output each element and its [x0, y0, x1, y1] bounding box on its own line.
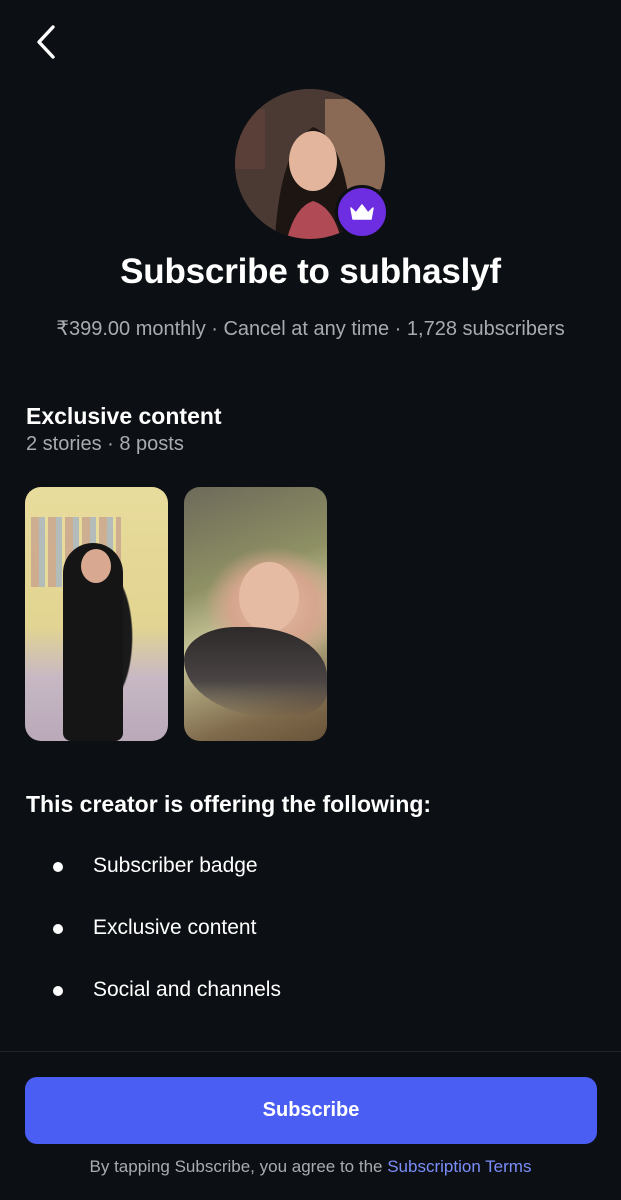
list-item: Social and channels — [0, 974, 621, 1008]
terms-text: By tapping Subscribe, you agree to the — [89, 1157, 388, 1176]
subscription-terms-link[interactable]: Subscription Terms — [387, 1157, 531, 1176]
offering-item-label: Subscriber badge — [93, 854, 258, 877]
bullet-icon — [53, 986, 63, 996]
chevron-left-icon — [37, 25, 55, 59]
subscription-meta: ₹399.00 monthly · Cancel at any time · 1… — [56, 318, 565, 340]
bullet-icon — [53, 862, 63, 872]
subscribe-button[interactable]: Subscribe — [25, 1077, 597, 1144]
exclusive-content-title: Exclusive content — [26, 403, 222, 429]
profile-avatar-container — [235, 89, 389, 241]
list-item: Exclusive content — [0, 912, 621, 946]
preview-face — [239, 562, 299, 632]
subscriber-crown-badge — [335, 185, 389, 239]
terms-notice: By tapping Subscribe, you agree to the S… — [0, 1157, 621, 1177]
back-button[interactable] — [26, 22, 66, 62]
offering-item-label: Exclusive content — [93, 916, 257, 939]
offering-title: This creator is offering the following: — [26, 791, 432, 817]
offering-item-label: Social and channels — [93, 978, 281, 1001]
exclusive-preview-1[interactable] — [25, 487, 168, 741]
exclusive-content-counts: 2 stories · 8 posts — [26, 433, 184, 455]
preview-hair — [184, 627, 327, 717]
crown-icon — [350, 204, 374, 220]
footer-divider — [0, 1051, 621, 1052]
bullet-icon — [53, 924, 63, 934]
list-item: Subscriber badge — [0, 850, 621, 884]
page-title: Subscribe to subhaslyf — [120, 252, 501, 291]
exclusive-preview-2[interactable] — [184, 487, 327, 741]
preview-face — [81, 549, 111, 583]
